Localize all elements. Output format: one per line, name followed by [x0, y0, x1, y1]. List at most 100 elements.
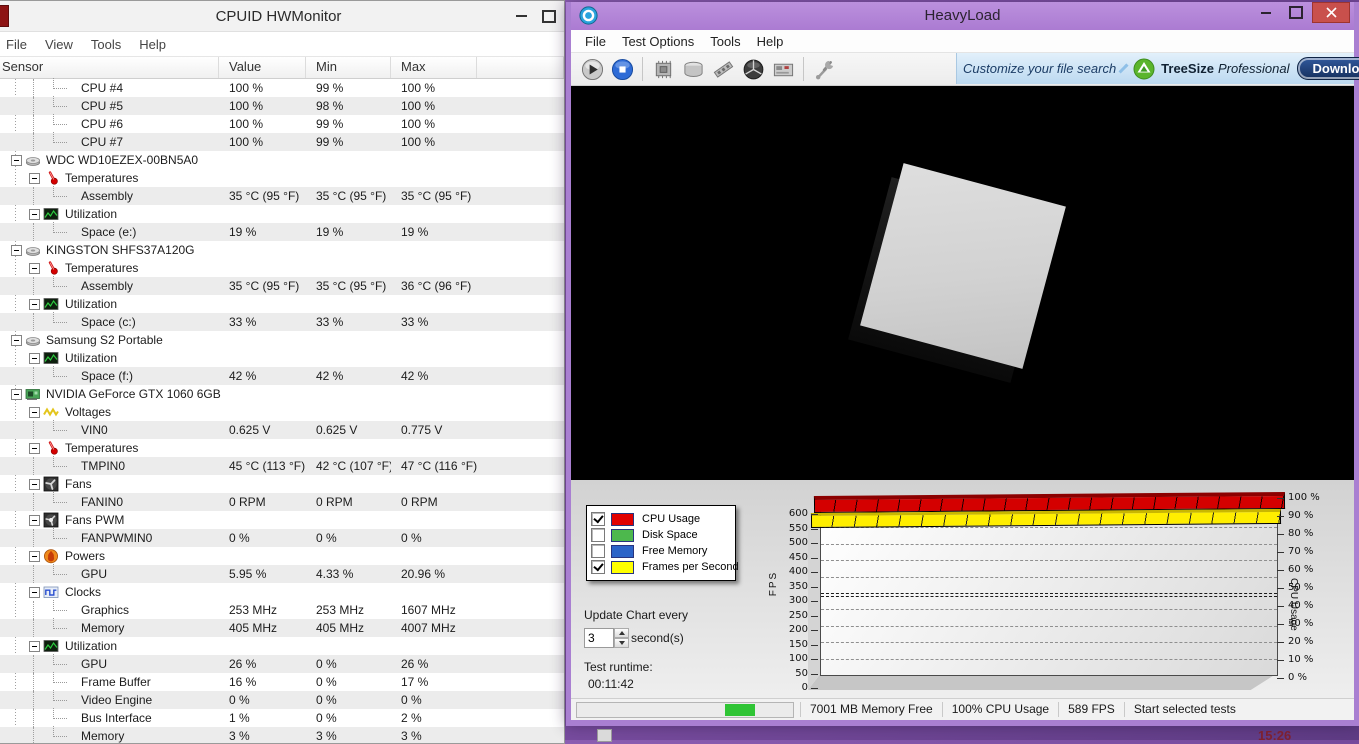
heavyload-titlebar[interactable]: HeavyLoad — [571, 2, 1354, 30]
expand-box[interactable] — [29, 515, 40, 526]
menu-help[interactable]: Help — [749, 32, 792, 51]
cell-min: 33 % — [306, 315, 391, 329]
utilization-icon — [43, 638, 59, 654]
sensor-row-space-e-[interactable]: Space (e:)19 %19 %19 % — [0, 223, 564, 241]
minimize-button[interactable] — [508, 6, 534, 26]
expand-box[interactable] — [29, 551, 40, 562]
expand-box[interactable] — [29, 173, 40, 184]
maximize-button[interactable] — [1282, 2, 1310, 23]
menu-help[interactable]: Help — [130, 35, 175, 54]
sensor-row-utilization[interactable]: Utilization — [0, 205, 564, 223]
cell-max: 33 % — [391, 315, 477, 329]
sensor-row-memory[interactable]: Memory3 %3 %3 % — [0, 727, 564, 744]
menu-tools[interactable]: Tools — [702, 32, 748, 51]
sensor-row-utilization[interactable]: Utilization — [0, 637, 564, 655]
sensor-row-kingston-shfs37a120g[interactable]: KINGSTON SHFS37A120G — [0, 241, 564, 259]
sensor-row-bus-interface[interactable]: Bus Interface1 %0 %2 % — [0, 709, 564, 727]
test-config-icon[interactable] — [768, 55, 798, 83]
toolbar-separator — [803, 57, 804, 81]
sensor-row-video-engine[interactable]: Video Engine0 %0 %0 % — [0, 691, 564, 709]
tree-elbow — [53, 654, 67, 665]
expand-box[interactable] — [29, 209, 40, 220]
expand-box[interactable] — [11, 245, 22, 256]
menu-file[interactable]: File — [577, 32, 614, 51]
chart-plot-area — [820, 510, 1278, 676]
sensor-row-cpu-6[interactable]: CPU #6100 %99 %100 % — [0, 115, 564, 133]
sensor-row-fanin0[interactable]: FANIN00 RPM0 RPM0 RPM — [0, 493, 564, 511]
expand-box[interactable] — [29, 299, 40, 310]
column-header-max[interactable]: Max — [391, 57, 477, 78]
column-header-sensor[interactable]: Sensor — [0, 57, 219, 78]
sensor-row-wdc-wd10ezex-00bn5a0[interactable]: WDC WD10EZEX-00BN5A0 — [0, 151, 564, 169]
expand-box[interactable] — [29, 587, 40, 598]
sensor-row-utilization[interactable]: Utilization — [0, 295, 564, 313]
left-axis-tick: 100 — [778, 653, 808, 664]
stress-gpu-icon[interactable] — [738, 55, 768, 83]
expand-box[interactable] — [11, 155, 22, 166]
left-axis-tick: 350 — [778, 581, 808, 592]
cell-min: 4.33 % — [306, 567, 391, 581]
sensor-row-nvidia-geforce-gtx-1060-6gb[interactable]: NVIDIA GeForce GTX 1060 6GB — [0, 385, 564, 403]
expand-box[interactable] — [11, 335, 22, 346]
menu-test-options[interactable]: Test Options — [614, 32, 702, 51]
sensor-row-fanpwmin0[interactable]: FANPWMIN00 %0 %0 % — [0, 529, 564, 547]
play-button[interactable] — [577, 55, 607, 83]
sensor-cell: VIN0 — [0, 421, 219, 439]
sensor-row-temperatures[interactable]: Temperatures — [0, 169, 564, 187]
treesize-ad-banner[interactable]: Customize your file search TreeSize Prof… — [956, 53, 1354, 84]
stress-cpu-icon[interactable] — [648, 55, 678, 83]
sensor-row-cpu-4[interactable]: CPU #4100 %99 %100 % — [0, 79, 564, 97]
expand-box[interactable] — [29, 443, 40, 454]
sensor-row-fans[interactable]: Fans — [0, 475, 564, 493]
sensor-row-clocks[interactable]: Clocks — [0, 583, 564, 601]
sensor-row-vin0[interactable]: VIN00.625 V0.625 V0.775 V — [0, 421, 564, 439]
cell-value: 26 % — [219, 657, 306, 671]
sensor-row-temperatures[interactable]: Temperatures — [0, 259, 564, 277]
menu-view[interactable]: View — [36, 35, 82, 54]
sensor-row-frame-buffer[interactable]: Frame Buffer16 %0 %17 % — [0, 673, 564, 691]
sensor-row-space-c-[interactable]: Space (c:)33 %33 %33 % — [0, 313, 564, 331]
minimize-button[interactable] — [1252, 2, 1280, 23]
hwmonitor-titlebar[interactable]: CPUID HWMonitor — [0, 1, 564, 32]
sensor-row-utilization[interactable]: Utilization — [0, 349, 564, 367]
sensor-row-graphics[interactable]: Graphics253 MHz253 MHz1607 MHz — [0, 601, 564, 619]
menu-file[interactable]: File — [0, 35, 36, 54]
column-header-min[interactable]: Min — [306, 57, 391, 78]
maximize-button[interactable] — [536, 6, 562, 26]
sensor-row-cpu-5[interactable]: CPU #5100 %98 %100 % — [0, 97, 564, 115]
sensor-row-assembly[interactable]: Assembly35 °C (95 °F)35 °C (95 °F)36 °C … — [0, 277, 564, 295]
sensor-row-powers[interactable]: Powers — [0, 547, 564, 565]
left-axis-tick: 500 — [778, 537, 808, 548]
sensor-label: CPU #5 — [81, 99, 123, 113]
stop-button[interactable] — [607, 55, 637, 83]
sensor-row-tmpin0[interactable]: TMPIN045 °C (113 °F)42 °C (107 °F)47 °C … — [0, 457, 564, 475]
close-button[interactable] — [1312, 2, 1350, 23]
sensor-row-cpu-7[interactable]: CPU #7100 %99 %100 % — [0, 133, 564, 151]
sensor-row-gpu[interactable]: GPU5.95 %4.33 %20.96 % — [0, 565, 564, 583]
sensor-row-memory[interactable]: Memory405 MHz405 MHz4007 MHz — [0, 619, 564, 637]
sensor-row-samsung-s2-portable[interactable]: Samsung S2 Portable — [0, 331, 564, 349]
sensor-row-space-f-[interactable]: Space (f:)42 %42 %42 % — [0, 367, 564, 385]
expand-box[interactable] — [29, 641, 40, 652]
sensor-row-fans-pwm[interactable]: Fans PWM — [0, 511, 564, 529]
cell-max: 35 °C (95 °F) — [391, 189, 477, 203]
write-disk-icon[interactable] — [678, 55, 708, 83]
sensor-row-voltages[interactable]: Voltages — [0, 403, 564, 421]
sensor-row-temperatures[interactable]: Temperatures — [0, 439, 564, 457]
sensor-row-assembly[interactable]: Assembly35 °C (95 °F)35 °C (95 °F)35 °C … — [0, 187, 564, 205]
sensor-row-gpu[interactable]: GPU26 %0 %26 % — [0, 655, 564, 673]
allocate-memory-icon[interactable] — [708, 55, 738, 83]
menu-tools[interactable]: Tools — [82, 35, 130, 54]
expand-box[interactable] — [29, 479, 40, 490]
expand-box[interactable] — [29, 263, 40, 274]
cell-min: 99 % — [306, 81, 391, 95]
expand-box[interactable] — [29, 407, 40, 418]
sensor-label: Fans — [65, 477, 92, 491]
right-tick-mark — [1277, 498, 1284, 499]
sensor-label: VIN0 — [81, 423, 108, 437]
column-header-value[interactable]: Value — [219, 57, 306, 78]
expand-box[interactable] — [11, 389, 22, 400]
download-button[interactable]: Download — [1297, 57, 1359, 80]
expand-box[interactable] — [29, 353, 40, 364]
settings-icon[interactable] — [809, 55, 839, 83]
